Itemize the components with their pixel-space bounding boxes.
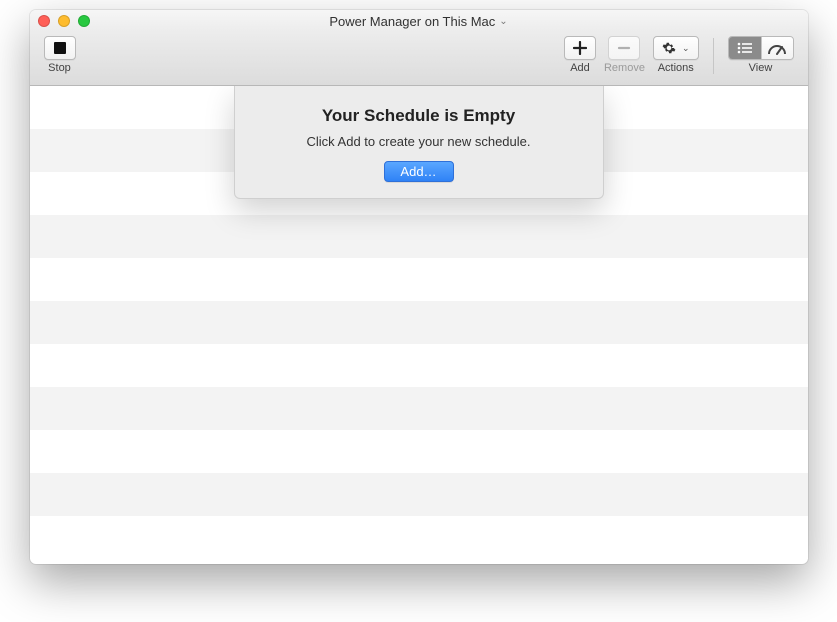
minus-icon <box>617 41 631 55</box>
stop-button-label: Stop <box>48 62 71 74</box>
plus-icon <box>573 41 587 55</box>
view-segmented-control <box>728 36 794 60</box>
stop-icon <box>54 42 66 54</box>
stop-button[interactable] <box>44 36 76 60</box>
empty-message: Click Add to create your new schedule. <box>251 134 587 149</box>
remove-toolbar-item: Remove <box>604 36 645 74</box>
empty-schedule-sheet: Your Schedule is Empty Click Add to crea… <box>234 86 604 199</box>
stop-toolbar-item: Stop <box>44 36 76 74</box>
view-gauge-button[interactable] <box>761 37 793 59</box>
view-button-label: View <box>749 62 773 74</box>
chevron-down-icon: ⌄ <box>499 16 507 27</box>
window-title-dropdown[interactable]: Power Manager on This Mac ⌄ <box>30 10 808 32</box>
actions-button[interactable]: ⌄ <box>653 36 699 60</box>
gear-icon <box>662 41 676 55</box>
title-bar: Power Manager on This Mac ⌄ <box>30 10 808 32</box>
actions-toolbar-item: ⌄ Actions <box>653 36 699 74</box>
remove-button-label: Remove <box>604 62 645 74</box>
toolbar-divider <box>713 38 714 74</box>
app-window: Power Manager on This Mac ⌄ Stop Add <box>30 10 808 564</box>
remove-button[interactable] <box>608 36 640 60</box>
add-schedule-button[interactable]: Add… <box>384 161 454 182</box>
list-icon <box>737 42 753 54</box>
content-area: Your Schedule is Empty Click Add to crea… <box>30 86 808 564</box>
actions-button-label: Actions <box>658 62 694 74</box>
view-toolbar-item: View <box>728 36 794 74</box>
chevron-down-icon: ⌄ <box>682 43 690 54</box>
window-title-text: Power Manager on This Mac <box>329 14 495 29</box>
add-button-label: Add <box>570 62 590 74</box>
view-list-button[interactable] <box>729 37 761 59</box>
empty-title: Your Schedule is Empty <box>251 106 587 126</box>
add-button[interactable] <box>564 36 596 60</box>
add-toolbar-item: Add <box>564 36 596 74</box>
gauge-icon <box>768 41 786 55</box>
toolbar: Stop Add Remove ⌄ <box>30 32 808 86</box>
